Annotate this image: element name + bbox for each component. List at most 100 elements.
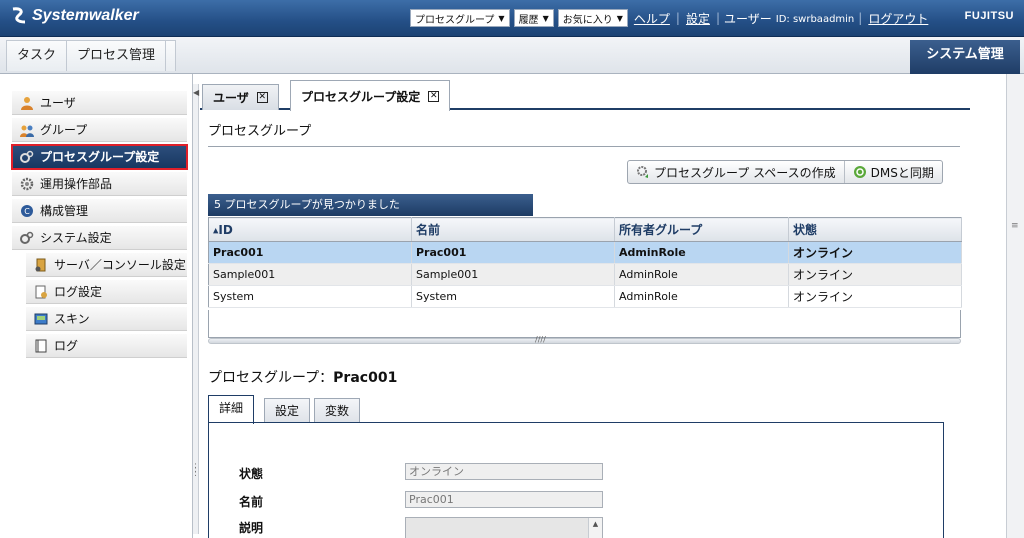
scroll-up-icon[interactable]: ▲: [588, 518, 602, 538]
cell-name: System: [411, 285, 615, 308]
config-icon: C: [20, 204, 34, 218]
page-tab-strip: ユーザ ✕ プロセスグループ設定 ✕: [200, 80, 970, 111]
sidebar-splitter[interactable]: ◀ :::: [193, 84, 199, 534]
favorites-menu[interactable]: お気に入り ▼: [557, 9, 628, 27]
tab-user[interactable]: ユーザ ✕: [202, 84, 279, 110]
cell-name: Prac001: [411, 241, 615, 264]
log-settings-icon: [34, 285, 48, 299]
splitter-grip-icon: :::: [194, 461, 198, 479]
sidebar-item-label: 構成管理: [40, 204, 89, 218]
sidebar-item-label: ユーザ: [40, 96, 76, 110]
chevron-down-icon: ▼: [616, 13, 623, 23]
page-scrollbar[interactable]: ≡: [1006, 74, 1024, 538]
top-navigation: プロセスグループ ▼ 履歴 ▼ お気に入り ▼ ヘルプ | 設定 | ユーザー …: [410, 9, 930, 27]
log-icon: [34, 339, 48, 353]
cell-owner: AdminRole: [614, 263, 789, 286]
sidebar-item-group[interactable]: グループ: [12, 118, 187, 142]
logout-link[interactable]: ログアウト: [866, 10, 930, 27]
table-row[interactable]: Sample001 Sample001 AdminRole オンライン: [208, 263, 962, 286]
create-space-button[interactable]: プロセスグループ スペースの作成: [628, 161, 844, 183]
tab-process-group-settings[interactable]: プロセスグループ設定 ✕: [290, 80, 451, 111]
user-icon: [20, 96, 34, 110]
tab-details[interactable]: 詳細: [208, 395, 255, 424]
name-field[interactable]: Prac001: [405, 491, 603, 508]
table-row[interactable]: System System AdminRole オンライン: [208, 285, 962, 308]
sidebar-item-label: システム設定: [40, 231, 112, 245]
column-header-state[interactable]: 状態: [788, 217, 962, 242]
cell-state: オンライン: [788, 241, 962, 264]
chevron-down-icon: ▼: [498, 13, 505, 23]
table-row[interactable]: Prac001 Prac001 AdminRole オンライン: [208, 241, 962, 264]
sidebar-item-skin[interactable]: スキン: [26, 307, 187, 331]
user-label: ユーザー: [724, 11, 772, 26]
cell-id: System: [208, 285, 412, 308]
process-group-menu-label: プロセスグループ: [415, 14, 495, 26]
group-icon: [20, 123, 34, 137]
sidebar-item-label: プロセスグループ設定: [40, 150, 160, 164]
menu-process-management[interactable]: プロセス管理: [67, 41, 167, 71]
process-group-table: ▲ID 名前 所有者グループ 状態 Prac001 Prac001 AdminR…: [208, 217, 962, 308]
sidebar-item-label: サーバ／コンソール設定: [54, 258, 186, 272]
table-empty-area: [208, 310, 961, 338]
sidebar-item-user[interactable]: ユーザ: [12, 91, 187, 115]
menu-bar: タスク プロセス管理 システム管理: [0, 37, 1024, 74]
cell-id: Prac001: [208, 241, 412, 264]
sidebar-item-log[interactable]: ログ: [26, 334, 187, 358]
gears-icon: [20, 150, 34, 164]
create-space-label: プロセスグループ スペースの作成: [654, 165, 836, 180]
column-header-owner-group[interactable]: 所有者グループ: [614, 217, 789, 242]
description-label: 説明: [239, 521, 264, 535]
state-label: 状態: [239, 467, 264, 481]
sidebar-item-process-group-settings[interactable]: プロセスグループ設定: [11, 144, 188, 170]
main-content: ユーザ ✕ プロセスグループ設定 ✕ プロセスグループ プロセスグループ スペー…: [200, 74, 1006, 538]
chevron-down-icon: ▼: [542, 13, 549, 23]
menu-tabs: タスク プロセス管理: [6, 40, 176, 71]
panel-splitter[interactable]: ////: [208, 335, 961, 344]
cell-name: Sample001: [411, 263, 615, 286]
separator: |: [715, 11, 720, 25]
close-icon[interactable]: ✕: [256, 92, 268, 103]
cell-id: Sample001: [208, 263, 412, 286]
menu-system-management[interactable]: システム管理: [910, 40, 1020, 74]
cell-owner: AdminRole: [614, 285, 789, 308]
description-field[interactable]: ▲: [405, 517, 603, 538]
history-menu[interactable]: 履歴 ▼: [513, 9, 554, 27]
menu-task[interactable]: タスク: [7, 41, 68, 71]
divider: [208, 146, 960, 147]
fujitsu-logo: FUJITSU: [964, 10, 1014, 22]
name-label: 名前: [239, 495, 264, 509]
cell-state: オンライン: [788, 263, 962, 286]
column-header-id[interactable]: ▲ID: [208, 217, 412, 242]
detail-panel: 状態 オンライン 名前 Prac001 説明 ▲: [208, 422, 944, 538]
help-link[interactable]: ヘルプ: [632, 10, 672, 27]
cell-state: オンライン: [788, 285, 962, 308]
collapse-left-icon[interactable]: ◀: [193, 88, 199, 97]
column-label: ID: [218, 222, 233, 237]
gear-icon: [20, 177, 34, 191]
result-count-bar: 5 プロセスグループが見つかりました: [208, 194, 533, 216]
systemwalker-logo: Systemwalker: [10, 7, 139, 25]
sidebar-item-label: 運用操作部品: [40, 177, 113, 191]
state-field[interactable]: オンライン: [405, 463, 603, 480]
column-header-name[interactable]: 名前: [411, 217, 615, 242]
sidebar: ユーザ グループ プロセスグループ設定 運用操作部品 C 構成管理 システム設定…: [0, 74, 193, 538]
sidebar-item-log-settings[interactable]: ログ設定: [26, 280, 187, 304]
gear-add-icon: [636, 165, 650, 179]
detail-title-value: Prac001: [333, 370, 398, 386]
action-toolbar: プロセスグループ スペースの作成 DMSと同期: [627, 160, 943, 184]
settings-link[interactable]: 設定: [684, 10, 712, 27]
tab-variables[interactable]: 変数: [314, 398, 361, 422]
systemwalker-logo-icon: [10, 7, 28, 25]
sidebar-item-operation-parts[interactable]: 運用操作部品: [12, 172, 187, 196]
process-group-menu[interactable]: プロセスグループ ▼: [410, 9, 510, 27]
sync-dms-button[interactable]: DMSと同期: [843, 161, 942, 183]
close-icon[interactable]: ✕: [428, 90, 440, 102]
tab-settings[interactable]: 設定: [264, 398, 311, 422]
sidebar-item-server-console-settings[interactable]: サーバ／コンソール設定: [26, 253, 187, 277]
sidebar-item-configuration[interactable]: C 構成管理: [12, 199, 187, 223]
sidebar-item-system-settings[interactable]: システム設定: [12, 226, 187, 250]
separator: |: [858, 11, 863, 25]
splitter-grip-icon: ////: [535, 335, 546, 344]
scroll-grip-icon: ≡: [1011, 221, 1019, 231]
tab-label: プロセスグループ設定: [301, 89, 421, 104]
